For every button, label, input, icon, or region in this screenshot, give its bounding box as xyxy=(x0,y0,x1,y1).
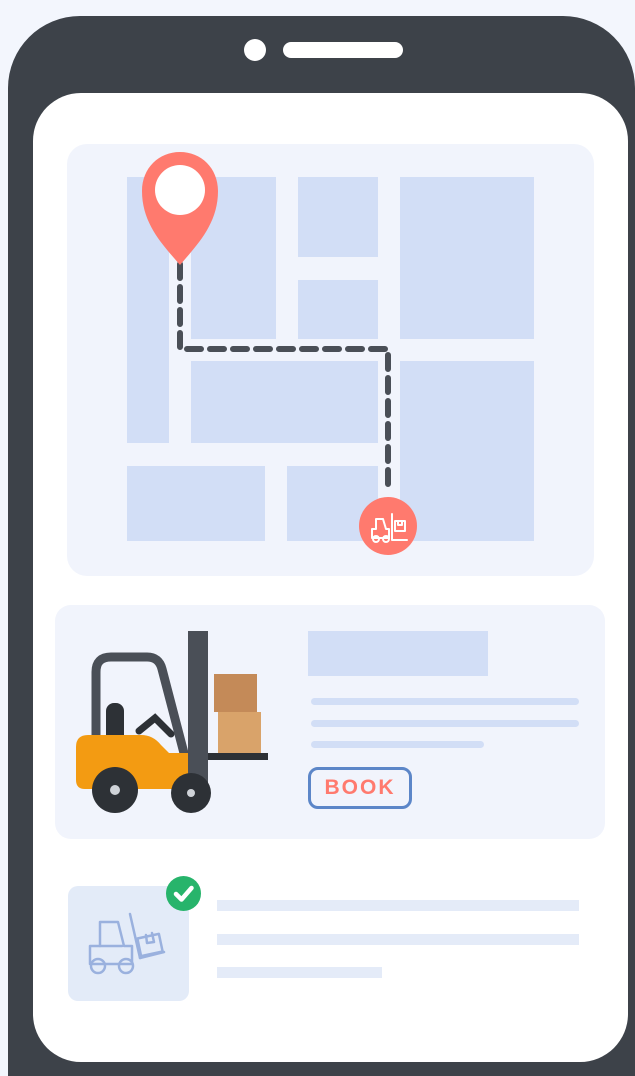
forklift-illustration xyxy=(76,631,268,813)
description-line xyxy=(311,698,579,705)
map-block xyxy=(400,361,534,541)
booking-card[interactable]: BOOK xyxy=(55,605,605,839)
box-icon xyxy=(218,712,261,753)
map-block xyxy=(400,177,534,339)
map-block xyxy=(298,280,378,339)
check-icon xyxy=(173,885,194,902)
map-view[interactable] xyxy=(67,144,594,576)
map-block xyxy=(298,177,378,257)
forklift-icon xyxy=(88,912,166,975)
description-line xyxy=(311,741,484,748)
confirmed-badge xyxy=(166,876,201,911)
description-line xyxy=(311,720,579,727)
booking-status-row[interactable] xyxy=(33,873,628,1013)
map-block xyxy=(217,177,276,339)
speaker-grille xyxy=(283,42,403,58)
box-icon xyxy=(214,674,257,712)
map-block xyxy=(191,361,378,443)
item-title-placeholder xyxy=(308,631,488,676)
status-line xyxy=(217,967,382,978)
map-block xyxy=(127,466,265,541)
map-card[interactable] xyxy=(67,144,594,576)
steering-icon xyxy=(135,713,175,738)
forks xyxy=(208,753,268,760)
status-line xyxy=(217,900,579,911)
front-camera xyxy=(244,39,266,61)
status-line xyxy=(217,934,579,945)
book-button[interactable]: BOOK xyxy=(308,767,412,809)
phone-screen: BOOK xyxy=(33,93,628,1062)
map-block xyxy=(191,280,217,339)
phone-frame: BOOK xyxy=(8,16,635,1076)
destination-marker[interactable] xyxy=(359,497,417,555)
